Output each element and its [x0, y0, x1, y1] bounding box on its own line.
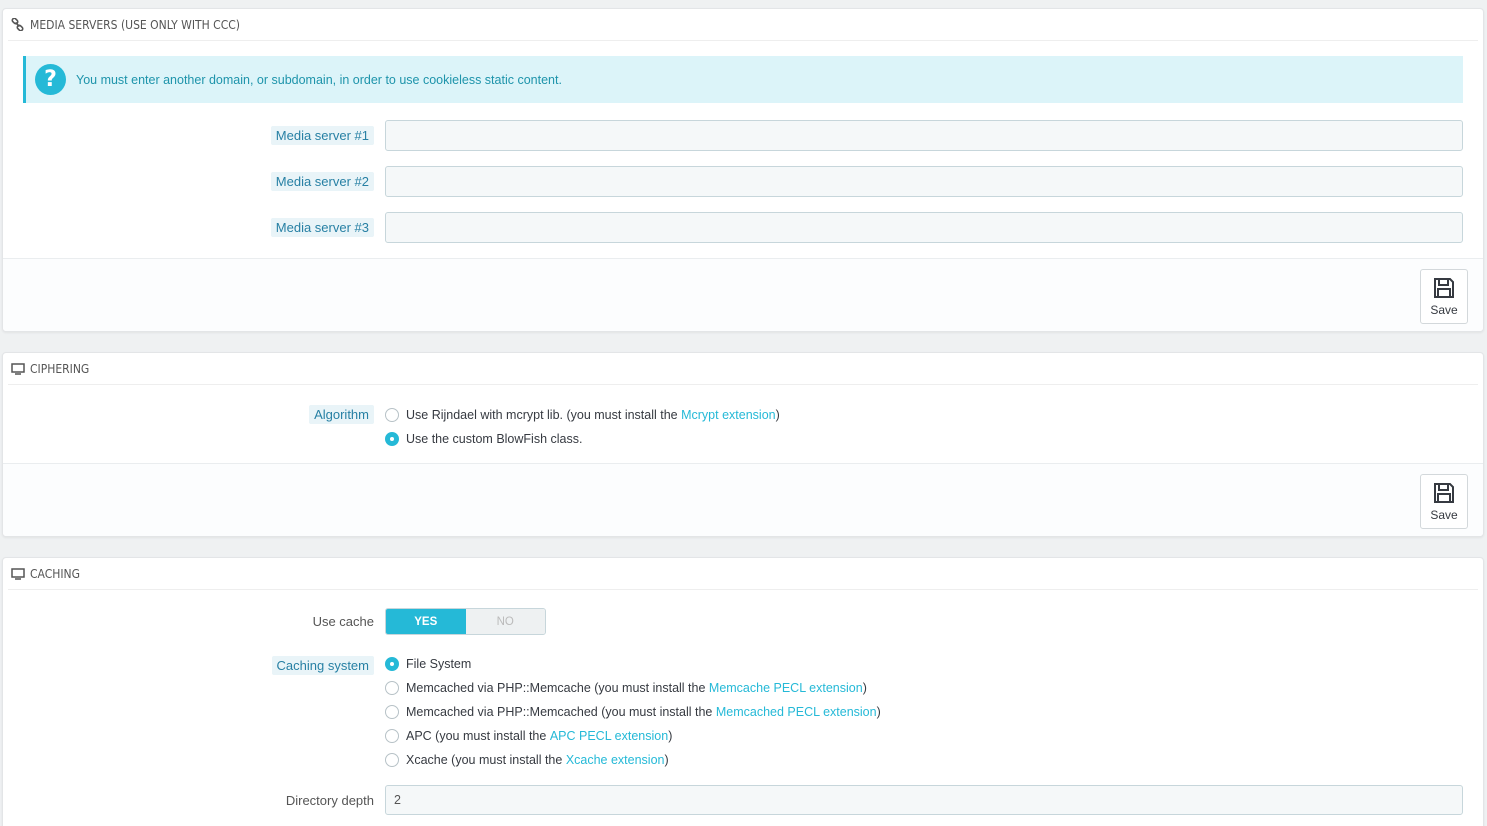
desktop-icon [11, 362, 27, 376]
info-alert: ? You must enter another domain, or subd… [23, 56, 1463, 103]
caching-title: CACHING [30, 566, 80, 581]
cache-option-memcache[interactable]: Memcached via PHP::Memcache (you must in… [385, 681, 867, 695]
media-servers-panel: MEDIA SERVERS (USE ONLY WITH CCC) ? You … [2, 8, 1484, 332]
alert-text: You must enter another domain, or subdom… [76, 72, 562, 87]
media-server-2-label: Media server #2 [270, 172, 374, 191]
media-server-1-label: Media server #1 [270, 126, 374, 145]
media-servers-footer: Save [3, 258, 1483, 331]
caching-system-label: Caching system [271, 656, 374, 675]
radio-button[interactable] [385, 705, 399, 719]
media-server-2-input[interactable] [385, 166, 1463, 197]
link-icon [11, 18, 27, 32]
radio-button-checked[interactable] [385, 432, 399, 446]
cache-option-apc[interactable]: APC (you must install the APC PECL exten… [385, 729, 672, 743]
media-servers-heading: MEDIA SERVERS (USE ONLY WITH CCC) [8, 9, 1478, 41]
ciphering-heading: CIPHERING [8, 353, 1478, 385]
question-icon: ? [35, 64, 66, 95]
caching-panel: CACHING Use cache YES NO Caching system … [2, 557, 1484, 826]
media-server-1-input[interactable] [385, 120, 1463, 151]
option-text: Memcached via PHP::Memcached (you must i… [406, 705, 713, 719]
cache-option-filesystem[interactable]: File System [385, 657, 471, 671]
option-suffix: ) [664, 753, 669, 767]
directory-depth-input[interactable] [385, 785, 1463, 815]
algorithm-option-blowfish[interactable]: Use the custom BlowFish class. [385, 432, 582, 446]
floppy-disk-icon [1434, 483, 1454, 503]
cache-option-memcached[interactable]: Memcached via PHP::Memcached (you must i… [385, 705, 881, 719]
mcrypt-extension-link[interactable]: Mcrypt extension [681, 408, 775, 422]
option-text: File System [406, 657, 472, 671]
option-suffix: ) [876, 705, 881, 719]
option-text: Use the custom BlowFish class. [406, 432, 583, 446]
media-servers-save-button[interactable]: Save [1420, 269, 1468, 324]
ciphering-panel: CIPHERING Algorithm Use Rijndael with mc… [2, 352, 1484, 537]
algorithm-option-rijndael[interactable]: Use Rijndael with mcrypt lib. (you must … [385, 408, 780, 422]
option-text: Use Rijndael with mcrypt lib. (you must … [406, 408, 678, 422]
apc-pecl-link[interactable]: APC PECL extension [550, 729, 668, 743]
option-text: APC (you must install the [406, 729, 547, 743]
option-suffix: ) [668, 729, 673, 743]
memcached-pecl-link[interactable]: Memcached PECL extension [716, 705, 877, 719]
media-server-3-input[interactable] [385, 212, 1463, 243]
use-cache-switch[interactable]: YES NO [385, 608, 546, 635]
media-server-2-row: Media server #2 [3, 166, 1483, 197]
media-servers-title: MEDIA SERVERS (USE ONLY WITH CCC) [30, 17, 241, 32]
xcache-extension-link[interactable]: Xcache extension [566, 753, 665, 767]
no-option[interactable]: NO [465, 609, 545, 634]
yes-option[interactable]: YES [386, 609, 466, 634]
ciphering-save-button[interactable]: Save [1420, 474, 1468, 529]
radio-button[interactable] [385, 729, 399, 743]
media-server-3-row: Media server #3 [3, 212, 1483, 243]
media-server-3-label: Media server #3 [270, 218, 374, 237]
media-server-1-row: Media server #1 [3, 120, 1483, 151]
radio-button-checked[interactable] [385, 657, 399, 671]
memcache-pecl-link[interactable]: Memcache PECL extension [709, 681, 863, 695]
floppy-disk-icon [1434, 278, 1454, 298]
ciphering-footer: Save [3, 463, 1483, 536]
cache-option-xcache[interactable]: Xcache (you must install the Xcache exte… [385, 753, 669, 767]
option-suffix: ) [862, 681, 867, 695]
option-text: Xcache (you must install the [406, 753, 563, 767]
directory-depth-label: Directory depth [285, 793, 374, 808]
save-label: Save [1430, 303, 1458, 317]
algorithm-label: Algorithm [309, 405, 374, 424]
radio-button[interactable] [385, 408, 399, 422]
desktop-icon [11, 567, 27, 581]
caching-heading: CACHING [8, 558, 1478, 590]
radio-button[interactable] [385, 753, 399, 767]
option-suffix: ) [775, 408, 780, 422]
radio-button[interactable] [385, 681, 399, 695]
ciphering-title: CIPHERING [30, 361, 90, 376]
use-cache-label: Use cache [312, 614, 374, 629]
option-text: Memcached via PHP::Memcache (you must in… [406, 681, 706, 695]
save-label: Save [1430, 508, 1458, 522]
